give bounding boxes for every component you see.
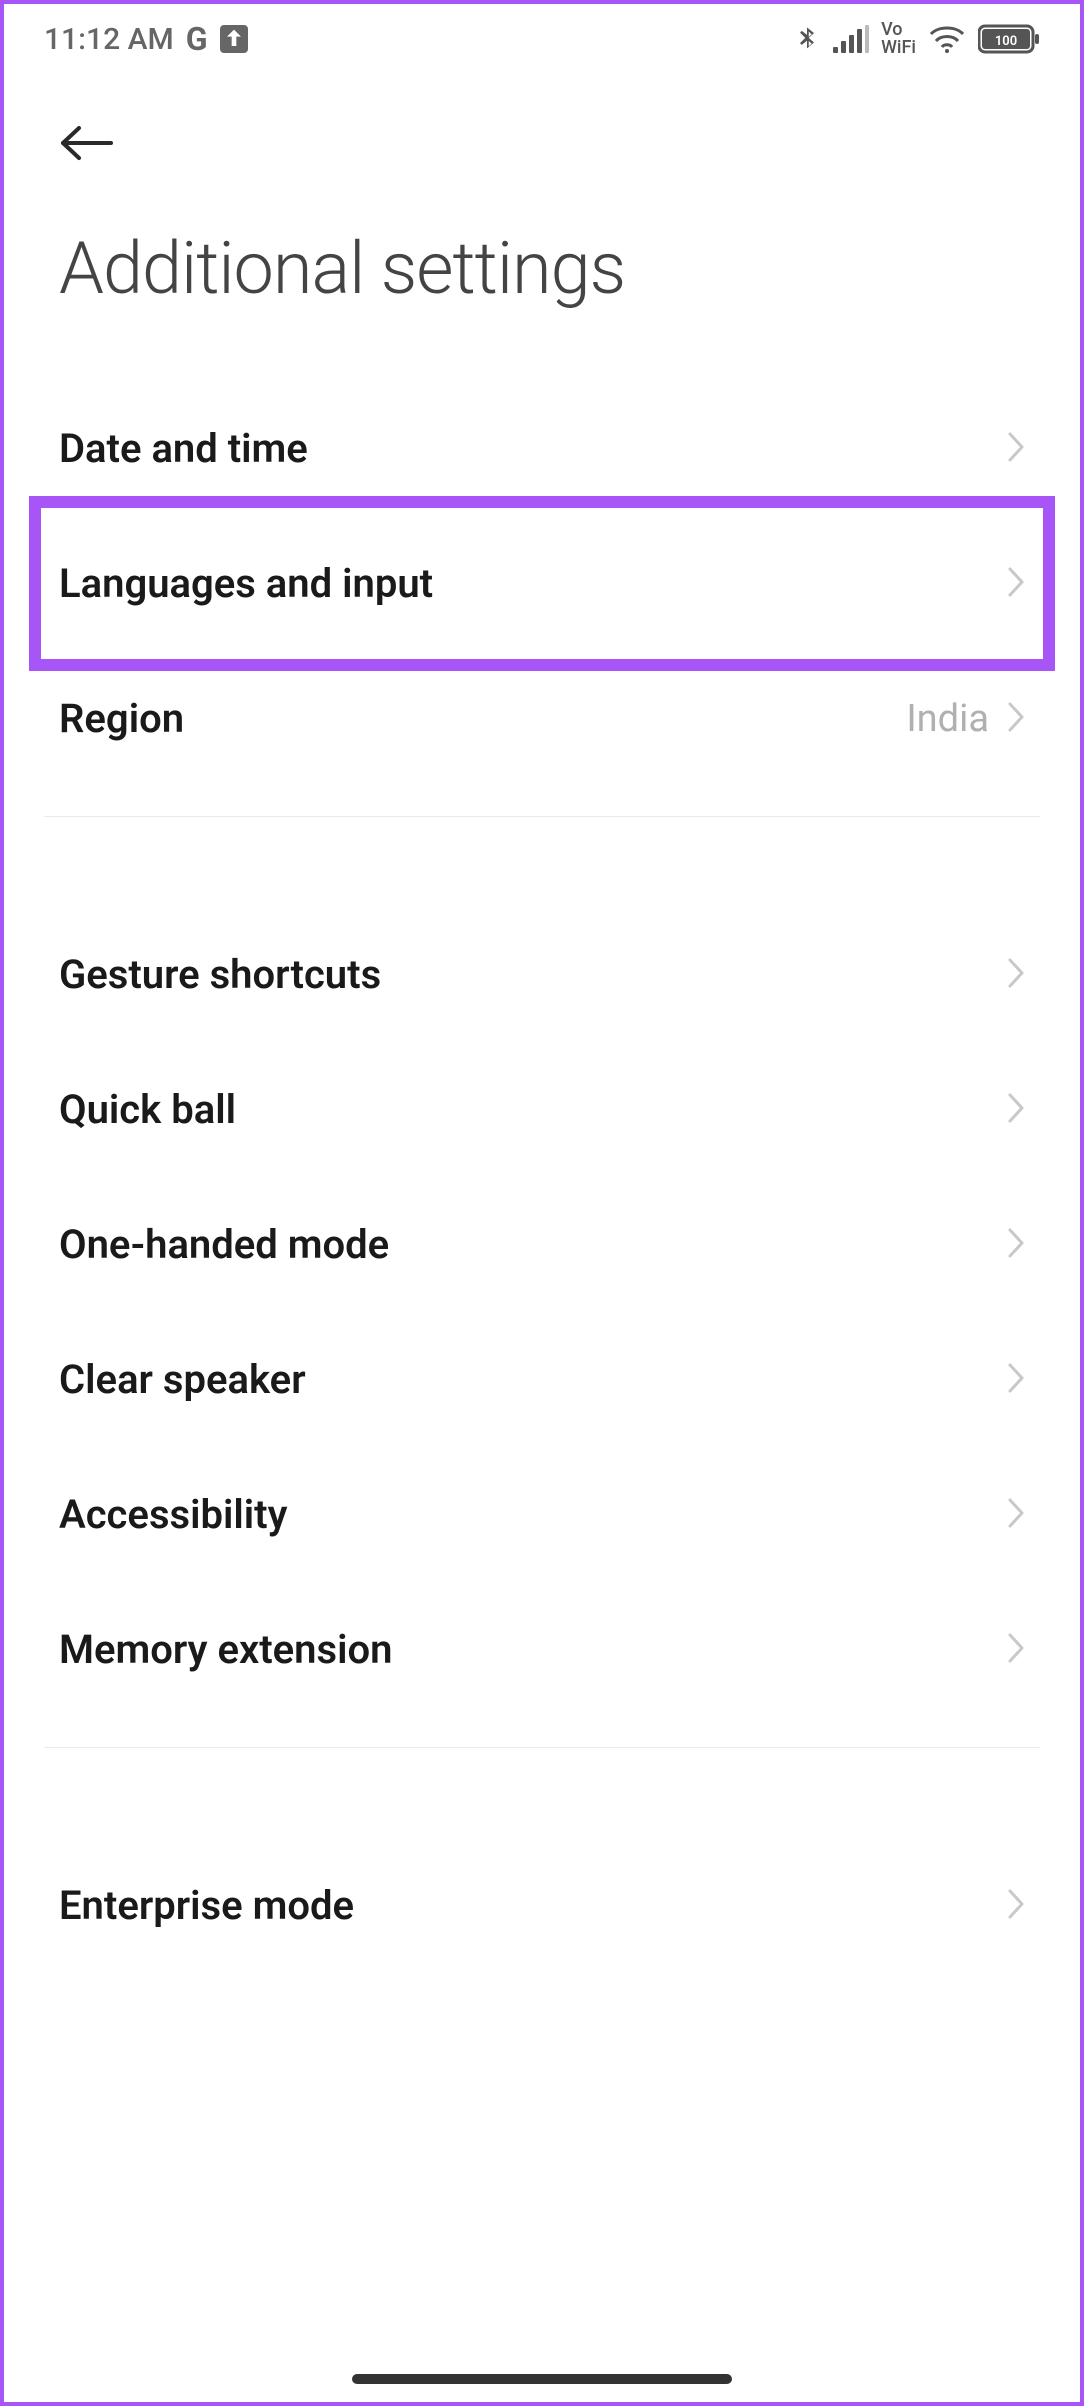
item-label: Languages and input bbox=[59, 560, 433, 607]
chevron-right-icon bbox=[1007, 1362, 1025, 1398]
item-date-and-time[interactable]: Date and time bbox=[4, 381, 1080, 516]
chevron-right-icon bbox=[1007, 1632, 1025, 1668]
status-bar: 11:12 AM G Vo W bbox=[4, 4, 1080, 74]
svg-text:100: 100 bbox=[995, 34, 1017, 49]
chevron-right-icon bbox=[1007, 701, 1025, 737]
item-value: India bbox=[906, 697, 989, 741]
item-gesture-shortcuts[interactable]: Gesture shortcuts bbox=[4, 907, 1080, 1042]
item-label: Enterprise mode bbox=[59, 1882, 354, 1929]
chevron-right-icon bbox=[1007, 1888, 1025, 1924]
chevron-right-icon bbox=[1007, 431, 1025, 467]
battery-icon: 100 bbox=[978, 24, 1040, 54]
device-frame: 11:12 AM G Vo W bbox=[4, 4, 1080, 2402]
back-button[interactable] bbox=[59, 124, 1040, 166]
status-left: 11:12 AM G bbox=[44, 20, 248, 58]
item-label: One-handed mode bbox=[59, 1221, 389, 1268]
chevron-right-icon bbox=[1007, 957, 1025, 993]
vowifi-bottom-label: WiFi bbox=[881, 39, 916, 57]
item-enterprise-mode[interactable]: Enterprise mode bbox=[4, 1838, 1080, 1973]
vowifi-icon: Vo WiFi bbox=[881, 21, 916, 57]
item-label: Region bbox=[59, 695, 184, 742]
upload-indicator-icon bbox=[220, 25, 248, 53]
status-time: 11:12 AM bbox=[44, 22, 174, 57]
cellular-signal-icon bbox=[833, 25, 869, 53]
google-indicator-icon: G bbox=[186, 20, 208, 58]
settings-list: Date and time Languages and input Region… bbox=[4, 381, 1080, 1973]
item-one-handed-mode[interactable]: One-handed mode bbox=[4, 1177, 1080, 1312]
bluetooth-icon bbox=[793, 23, 821, 55]
item-label: Date and time bbox=[59, 425, 308, 472]
home-indicator[interactable] bbox=[352, 2374, 732, 2384]
item-label: Clear speaker bbox=[59, 1356, 306, 1403]
chevron-right-icon bbox=[1007, 1497, 1025, 1533]
divider bbox=[44, 1747, 1040, 1748]
item-label: Memory extension bbox=[59, 1626, 392, 1673]
item-languages-and-input[interactable]: Languages and input bbox=[4, 516, 1080, 651]
item-label: Accessibility bbox=[59, 1491, 287, 1538]
status-right: Vo WiFi 100 bbox=[793, 21, 1040, 57]
item-quick-ball[interactable]: Quick ball bbox=[4, 1042, 1080, 1177]
page-title: Additional settings bbox=[4, 186, 1080, 381]
chevron-right-icon bbox=[1007, 1227, 1025, 1263]
item-accessibility[interactable]: Accessibility bbox=[4, 1447, 1080, 1582]
chevron-right-icon bbox=[1007, 566, 1025, 602]
item-region[interactable]: Region India bbox=[4, 651, 1080, 786]
wifi-icon bbox=[928, 24, 966, 54]
item-memory-extension[interactable]: Memory extension bbox=[4, 1582, 1080, 1717]
chevron-right-icon bbox=[1007, 1092, 1025, 1128]
item-label: Gesture shortcuts bbox=[59, 951, 381, 998]
item-clear-speaker[interactable]: Clear speaker bbox=[4, 1312, 1080, 1447]
item-label: Quick ball bbox=[59, 1086, 236, 1133]
divider bbox=[44, 816, 1040, 817]
